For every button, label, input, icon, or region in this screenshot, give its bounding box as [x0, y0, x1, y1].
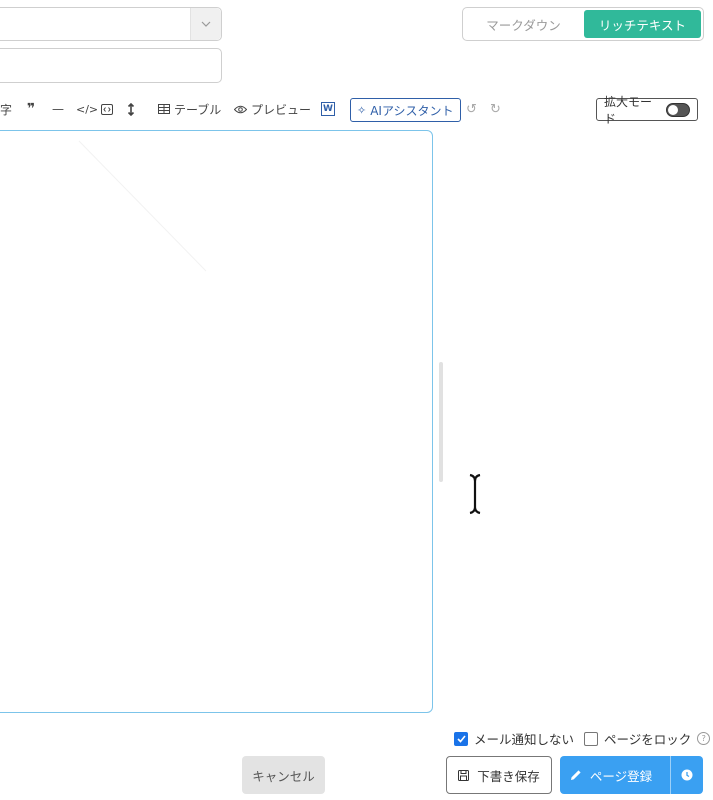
char-format-label: 字 — [0, 102, 13, 117]
register-page-button-group: ページ登録 — [560, 756, 703, 794]
lock-page-option[interactable]: ページをロック ? — [584, 729, 711, 748]
editor-background-decoration — [78, 140, 207, 272]
chevron-down-icon[interactable] — [190, 8, 221, 40]
pane-resize-handle[interactable] — [439, 362, 443, 482]
undo-button[interactable]: ↺ — [466, 98, 477, 120]
undo-icon: ↺ — [466, 101, 477, 117]
table-button[interactable]: テーブル — [158, 98, 221, 120]
zoom-mode-switch[interactable] — [665, 102, 690, 117]
save-draft-label: 下書き保存 — [477, 768, 540, 784]
ai-assistant-button[interactable]: ✧ AIアシスタント — [350, 98, 461, 122]
rich-text-editor[interactable] — [0, 130, 433, 713]
embed-button[interactable] — [101, 98, 113, 120]
save-draft-button[interactable]: 下書き保存 — [446, 756, 552, 794]
ai-assistant-label: AIアシスタント — [370, 103, 454, 118]
pencil-icon — [570, 770, 581, 780]
no-mail-checkbox[interactable] — [454, 731, 468, 746]
eye-icon — [234, 105, 247, 113]
horizontal-rule-icon: — — [52, 102, 64, 116]
register-page-button[interactable]: ページ登録 — [560, 766, 662, 785]
char-format-button[interactable]: 字 — [0, 98, 12, 120]
word-icon: W — [321, 102, 335, 116]
quote-button[interactable]: ❞ — [27, 98, 35, 120]
no-mail-option[interactable]: メール通知しない — [454, 729, 574, 748]
word-import-button[interactable]: W — [321, 98, 335, 120]
lock-page-label: ページをロック — [604, 732, 692, 747]
save-icon — [458, 769, 470, 781]
title-input[interactable] — [0, 48, 222, 83]
zoom-mode-label: 拡大モード — [604, 94, 653, 126]
code-icon: </> — [76, 102, 99, 116]
clock-icon — [681, 769, 693, 781]
text-cursor-icon — [469, 473, 481, 515]
table-label: テーブル — [174, 102, 222, 117]
no-mail-label: メール通知しない — [474, 732, 575, 747]
check-icon — [456, 734, 466, 743]
help-icon[interactable]: ? — [697, 732, 711, 745]
horizontal-rule-button[interactable]: — — [52, 98, 64, 120]
category-select[interactable] — [0, 7, 222, 41]
editor-mode-toggle: マークダウン リッチテキスト — [462, 7, 704, 41]
preview-label: プレビュー — [251, 102, 312, 117]
lock-page-checkbox[interactable] — [584, 731, 598, 746]
line-height-button[interactable] — [127, 98, 135, 120]
register-page-label: ページ登録 — [589, 768, 653, 784]
redo-icon: ↻ — [490, 101, 501, 117]
schedule-button[interactable] — [670, 756, 703, 794]
richtext-mode-button[interactable]: リッチテキスト — [584, 10, 701, 38]
embed-icon — [101, 103, 113, 115]
zoom-mode-toggle[interactable]: 拡大モード — [596, 95, 698, 126]
code-button[interactable]: </> — [76, 98, 98, 120]
cancel-button[interactable]: キャンセル — [242, 756, 325, 794]
quote-icon: ❞ — [27, 101, 36, 117]
table-icon — [158, 104, 170, 114]
markdown-mode-button[interactable]: マークダウン — [465, 10, 582, 38]
sparkle-icon: ✧ — [357, 103, 367, 117]
vertical-arrows-icon — [127, 102, 135, 116]
redo-button[interactable]: ↻ — [490, 98, 501, 120]
preview-button[interactable]: プレビュー — [234, 98, 311, 120]
